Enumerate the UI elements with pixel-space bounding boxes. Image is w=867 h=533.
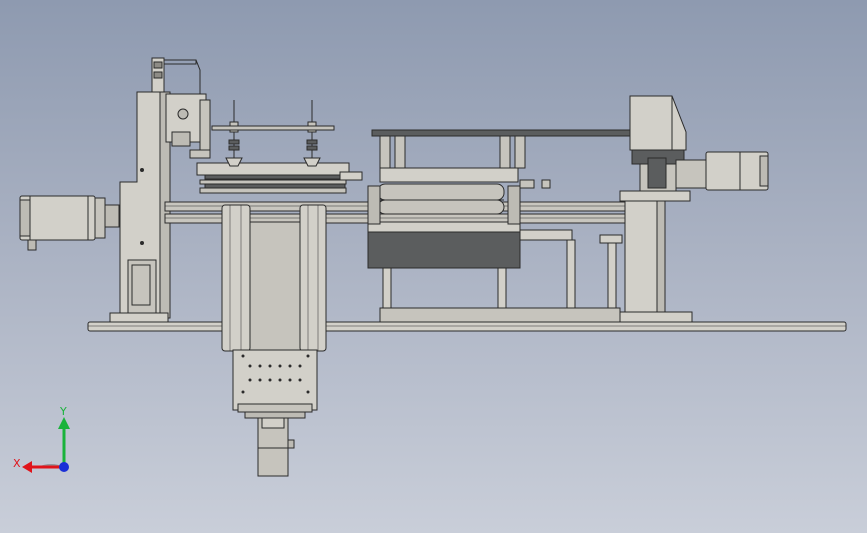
left-servo-motor[interactable]	[19, 195, 120, 251]
connecting-link-bar[interactable]	[211, 125, 335, 131]
y-axis-arrowhead	[58, 417, 70, 429]
x-axis-arrowhead	[22, 461, 32, 473]
upper-platen[interactable]	[196, 162, 363, 194]
right-upright-frame[interactable]	[619, 190, 693, 323]
guide-pillar-left[interactable]	[225, 100, 243, 167]
machine-assembly-model[interactable]	[0, 0, 867, 533]
x-axis-label: X	[13, 457, 21, 470]
guide-pillar-right[interactable]	[303, 100, 321, 167]
vertical-cylinder-column[interactable]	[221, 204, 327, 352]
z-axis-dot	[59, 462, 69, 472]
lower-mounting-block[interactable]	[232, 349, 318, 419]
overhead-beam[interactable]	[371, 129, 635, 169]
coordinate-triad: Y X	[13, 405, 70, 473]
base-plate[interactable]	[87, 321, 847, 332]
3d-viewport[interactable]: Y X	[0, 0, 867, 533]
bottom-motor[interactable]	[257, 417, 295, 477]
y-axis-label: Y	[59, 405, 67, 418]
right-servo-motor[interactable]	[675, 151, 769, 191]
